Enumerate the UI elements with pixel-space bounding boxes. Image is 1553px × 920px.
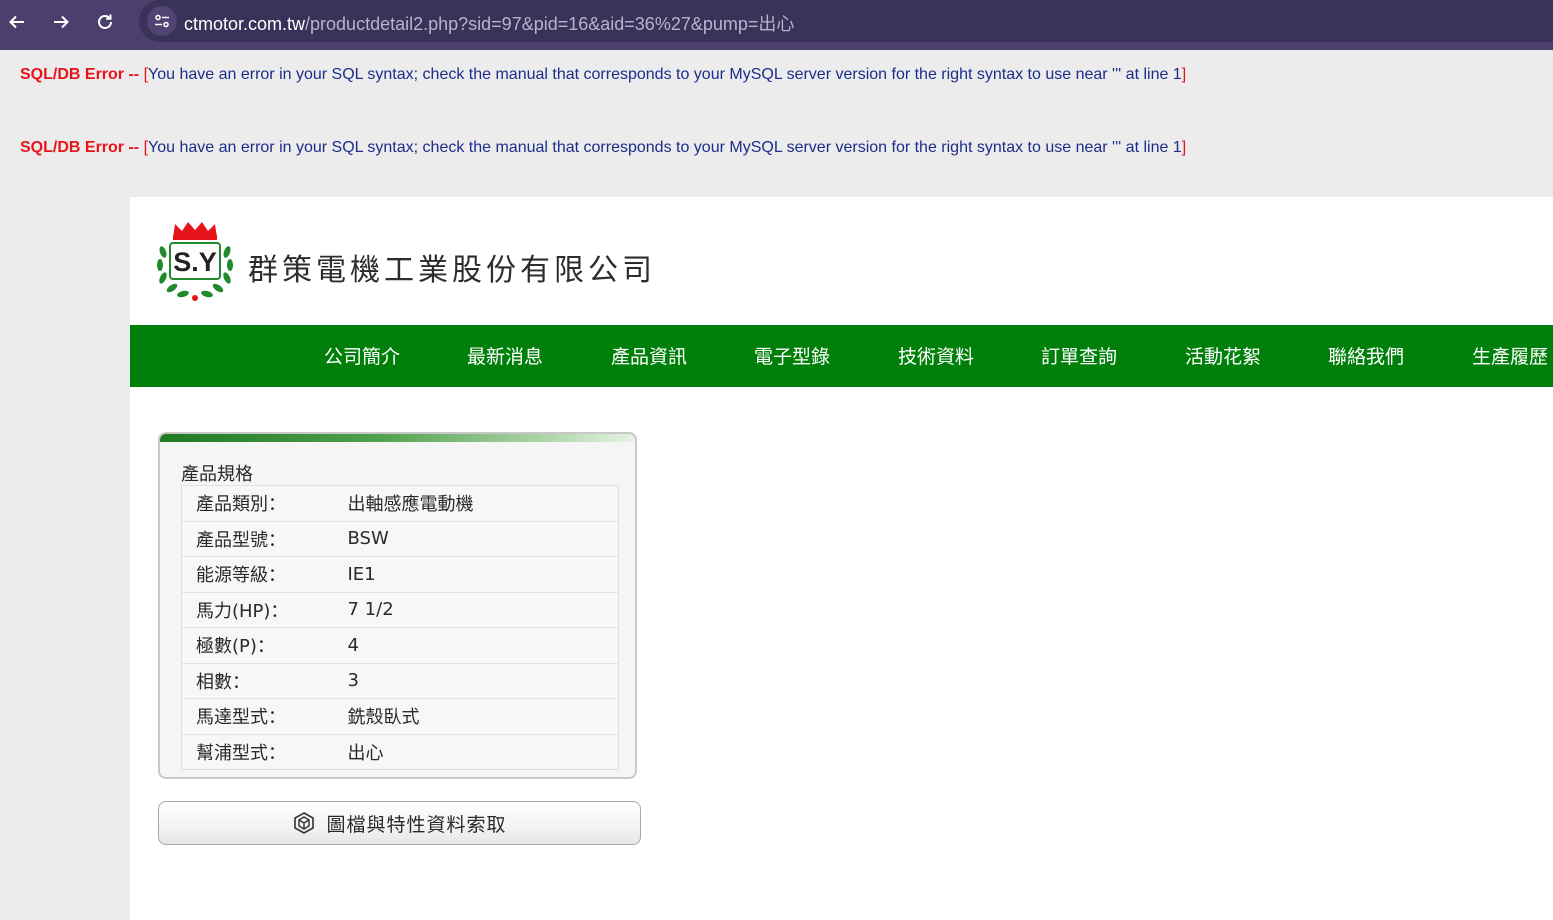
- sql-error-line: SQL/DB Error -- [You have an error in yo…: [20, 66, 1186, 84]
- spec-key: 產品型號：: [181, 520, 348, 557]
- spec-key: 馬力(HP)：: [181, 591, 348, 628]
- menu-item-order-query[interactable]: 訂單查詢: [1041, 342, 1117, 369]
- spec-key: 能源等級：: [181, 556, 348, 592]
- sql-error-bracket: ]: [1181, 139, 1187, 156]
- url-host: ctmotor.com.tw: [184, 14, 306, 34]
- spec-value: 出軸感應電動機: [347, 485, 619, 521]
- request-drawings-button[interactable]: 圖檔與特性資料索取: [158, 801, 641, 845]
- cube-icon: [294, 812, 315, 834]
- main-menu: 公司簡介 最新消息 產品資訊 電子型錄 技術資料 訂單查詢 活動花絮 聯絡我們 …: [130, 325, 1553, 387]
- table-row: 馬達型式： 銑殼臥式: [181, 698, 619, 734]
- spec-value: 出心: [347, 733, 619, 770]
- table-row: 產品型號： BSW: [181, 520, 619, 557]
- spec-key: 產品類別：: [181, 485, 348, 521]
- table-row: 相數： 3: [181, 662, 619, 699]
- company-name: 群策電機工業股份有限公司: [248, 253, 656, 288]
- url-text[interactable]: ctmotor.com.tw/productdetail2.php?sid=97…: [184, 10, 794, 36]
- tune-icon: [155, 14, 169, 28]
- menu-item-production-history[interactable]: 生產履歷: [1472, 342, 1548, 369]
- sql-error-message: You have an error in your SQL syntax; ch…: [148, 139, 1182, 156]
- table-row: 產品類別： 出軸感應電動機: [181, 485, 619, 521]
- menu-item-technical[interactable]: 技術資料: [898, 342, 974, 369]
- spec-value: 4: [347, 627, 619, 663]
- menu-item-catalog[interactable]: 電子型錄: [754, 342, 830, 369]
- spec-table: 產品類別： 出軸感應電動機 產品型號： BSW 能源等級： IE1 馬力(HP)： 7 …: [181, 485, 619, 770]
- menu-item-activities[interactable]: 活動花絮: [1185, 342, 1261, 369]
- table-row: 幫浦型式： 出心: [181, 733, 619, 770]
- table-row: 極數(P)： 4: [181, 627, 619, 663]
- forward-button[interactable]: [46, 7, 76, 37]
- menu-item-contact[interactable]: 聯絡我們: [1328, 342, 1404, 369]
- site-info-button[interactable]: [147, 6, 177, 36]
- spec-value: IE1: [347, 556, 619, 592]
- spec-value: BSW: [347, 520, 619, 557]
- spec-value: 銑殼臥式: [347, 698, 619, 734]
- sql-error-line: SQL/DB Error -- [You have an error in yo…: [20, 139, 1186, 157]
- spec-title: 產品規格: [181, 464, 253, 485]
- address-bar[interactable]: ctmotor.com.tw/productdetail2.php?sid=97…: [139, 0, 1553, 42]
- spec-panel-header-band: [160, 434, 635, 442]
- request-drawings-label: 圖檔與特性資料索取: [326, 813, 507, 836]
- menu-item-about[interactable]: 公司簡介: [324, 342, 400, 369]
- page-container: S.Y 群策電機工業股份有限公司 公司簡介 最新消息 產品資訊 電子型錄 技術資…: [130, 197, 1553, 920]
- arrow-right-icon: [54, 15, 69, 29]
- menu-item-news[interactable]: 最新消息: [467, 342, 543, 369]
- back-button[interactable]: [2, 7, 32, 37]
- table-row: 能源等級： IE1: [181, 556, 619, 592]
- spec-value: 3: [347, 662, 619, 699]
- spec-panel: 產品規格 產品類別： 出軸感應電動機 產品型號： BSW 能源等級： IE1 馬力(H…: [158, 432, 637, 779]
- browser-toolbar: ctmotor.com.tw/productdetail2.php?sid=97…: [0, 0, 1553, 50]
- url-path: /productdetail2.php?sid=97&pid=16&aid=36…: [305, 14, 795, 34]
- sql-error-label: SQL/DB Error --: [20, 66, 144, 83]
- spec-key: 極數(P)：: [181, 627, 348, 663]
- arrow-left-icon: [9, 15, 24, 29]
- logo-text: S.Y: [173, 247, 217, 277]
- company-logo[interactable]: S.Y: [153, 220, 237, 304]
- sql-error-label: SQL/DB Error --: [20, 139, 144, 156]
- spec-value: 7 1/2: [347, 591, 619, 628]
- menu-item-products[interactable]: 產品資訊: [611, 342, 687, 369]
- sql-error-message: You have an error in your SQL syntax; ch…: [148, 66, 1182, 83]
- spec-key: 馬達型式：: [181, 698, 348, 734]
- table-row: 馬力(HP)： 7 1/2: [181, 591, 619, 628]
- spec-key: 幫浦型式：: [181, 733, 348, 770]
- sql-error-bracket: ]: [1181, 66, 1187, 83]
- reload-icon: [98, 14, 112, 29]
- spec-key: 相數：: [181, 662, 348, 699]
- reload-button[interactable]: [90, 7, 120, 37]
